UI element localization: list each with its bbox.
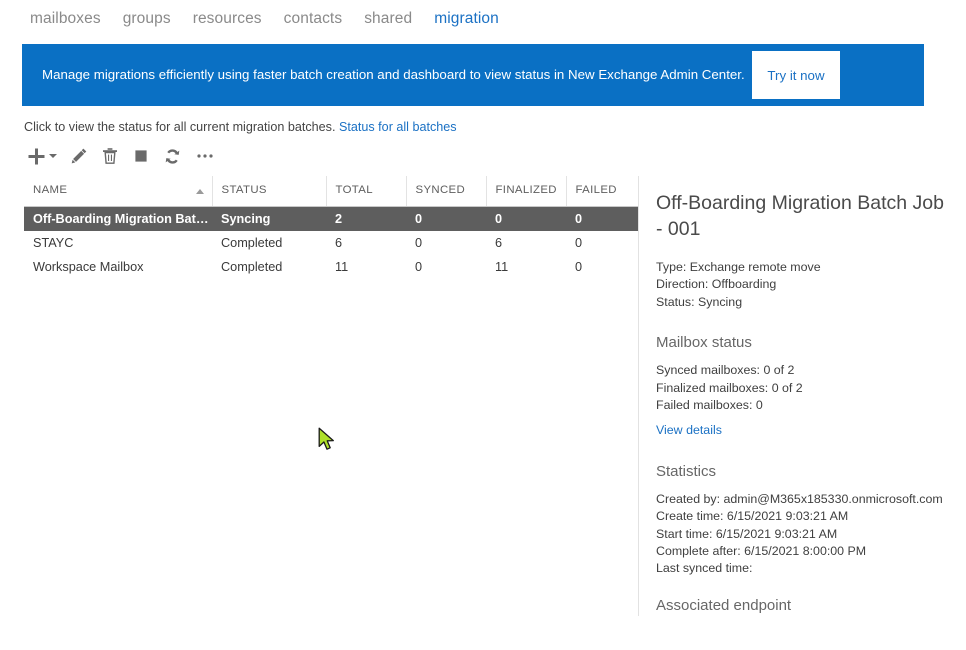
status-for-all-batches-link[interactable]: Status for all batches [339,120,457,134]
cell-finalized: 11 [495,259,509,274]
column-header-name-label: NAME [33,184,68,197]
batch-details-pane: Off-Boarding Migration Batch Job - 001 T… [638,176,966,616]
start-time: Start time: 6/15/2021 9:03:21 AM [656,526,838,541]
cell-failed: 0 [575,235,583,250]
nav-tab-migration[interactable]: migration [434,10,499,28]
new-button-group[interactable] [27,147,57,166]
cell-total: 2 [326,206,406,231]
edit-icon[interactable] [70,147,88,165]
nav-tab-mailboxes[interactable]: mailboxes [30,10,101,28]
cell-total: 6 [335,235,343,250]
new-icon[interactable] [27,147,46,166]
cell-synced: 0 [415,259,423,274]
mailbox-status-heading: Mailbox status [656,334,752,352]
table-header-row: NAME STATUS TOTAL SYNCED FINALIZED FAILE… [24,176,638,207]
statistics-heading: Statistics [656,462,717,480]
column-header-failed[interactable]: FAILED [566,176,638,207]
synced-mailboxes: Synced mailboxes: 0 of 2 [656,363,795,378]
table-row[interactable]: STAYC Completed 6 0 6 0 [24,231,638,255]
batch-status: Status: Syncing [656,294,743,309]
associated-endpoint-heading: Associated endpoint [656,596,792,614]
mailbox-status-view-details-link[interactable]: View details [656,423,722,437]
status-hint-line: Click to view the status for all current… [0,106,966,134]
cell-name: Off-Boarding Migration Batch ... [24,206,212,231]
batch-direction: Direction: Offboarding [656,277,777,292]
create-time: Create time: 6/15/2021 9:03:21 AM [656,509,849,524]
cell-status: Completed [221,235,283,250]
column-header-total[interactable]: TOTAL [326,176,407,207]
delete-icon[interactable] [101,147,119,165]
cell-total: 11 [335,259,349,274]
cell-status: Syncing [212,206,326,231]
batch-type: Type: Exchange remote move [656,260,821,274]
promo-banner-container: Manage migrations efficiently using fast… [0,38,966,106]
cell-synced: 0 [415,235,423,250]
created-by: Created by: admin@M365x185330.onmicrosof… [656,491,943,506]
table-header: NAME STATUS TOTAL SYNCED FINALIZED FAILE… [24,176,638,207]
refresh-icon[interactable] [163,147,182,166]
cell-failed: 0 [566,206,638,231]
cell-finalized: 6 [495,235,503,250]
more-icon[interactable] [195,147,215,165]
cell-status: Completed [221,259,283,274]
nav-tab-contacts[interactable]: contacts [284,10,343,28]
promo-banner-message: Manage migrations efficiently using fast… [42,67,745,82]
status-hint-text: Click to view the status for all current… [24,120,336,134]
table-body: Off-Boarding Migration Batch ... Syncing… [24,206,638,279]
chevron-down-icon[interactable] [49,154,57,158]
stop-icon[interactable] [132,147,150,165]
cell-finalized: 0 [486,206,566,231]
nav-tab-groups[interactable]: groups [123,10,171,28]
command-toolbar [0,134,966,176]
nav-tab-resources[interactable]: resources [193,10,262,28]
table-row[interactable]: Off-Boarding Migration Batch ... Syncing… [24,206,638,231]
cell-synced: 0 [406,206,486,231]
promo-banner: Manage migrations efficiently using fast… [22,44,924,106]
migration-batches-list-pane: NAME STATUS TOTAL SYNCED FINALIZED FAILE… [24,176,638,616]
try-it-now-button[interactable]: Try it now [752,51,840,99]
cell-failed: 0 [575,259,583,274]
cell-name: STAYC [33,235,74,250]
column-header-name[interactable]: NAME [24,176,213,207]
column-header-finalized[interactable]: FINALIZED [486,176,567,207]
batch-details-title: Off-Boarding Migration Batch Job - 001 [656,192,944,240]
column-header-status[interactable]: STATUS [212,176,327,207]
column-header-synced[interactable]: SYNCED [406,176,487,207]
cell-name: Workspace Mailbox [33,259,144,274]
finalized-mailboxes: Finalized mailboxes: 0 of 2 [656,380,803,395]
failed-mailboxes: Failed mailboxes: 0 [656,398,763,413]
nav-tab-shared[interactable]: shared [364,10,412,28]
migration-batches-table: NAME STATUS TOTAL SYNCED FINALIZED FAILE… [24,176,638,279]
primary-navigation: mailboxes groups resources contacts shar… [0,0,966,38]
complete-after: Complete after: 6/15/2021 8:00:00 PM [656,544,867,559]
sort-ascending-icon [195,189,204,194]
last-synced-time: Last synced time: [656,561,753,576]
main-content: NAME STATUS TOTAL SYNCED FINALIZED FAILE… [0,176,966,616]
table-row[interactable]: Workspace Mailbox Completed 11 0 11 0 [24,255,638,279]
